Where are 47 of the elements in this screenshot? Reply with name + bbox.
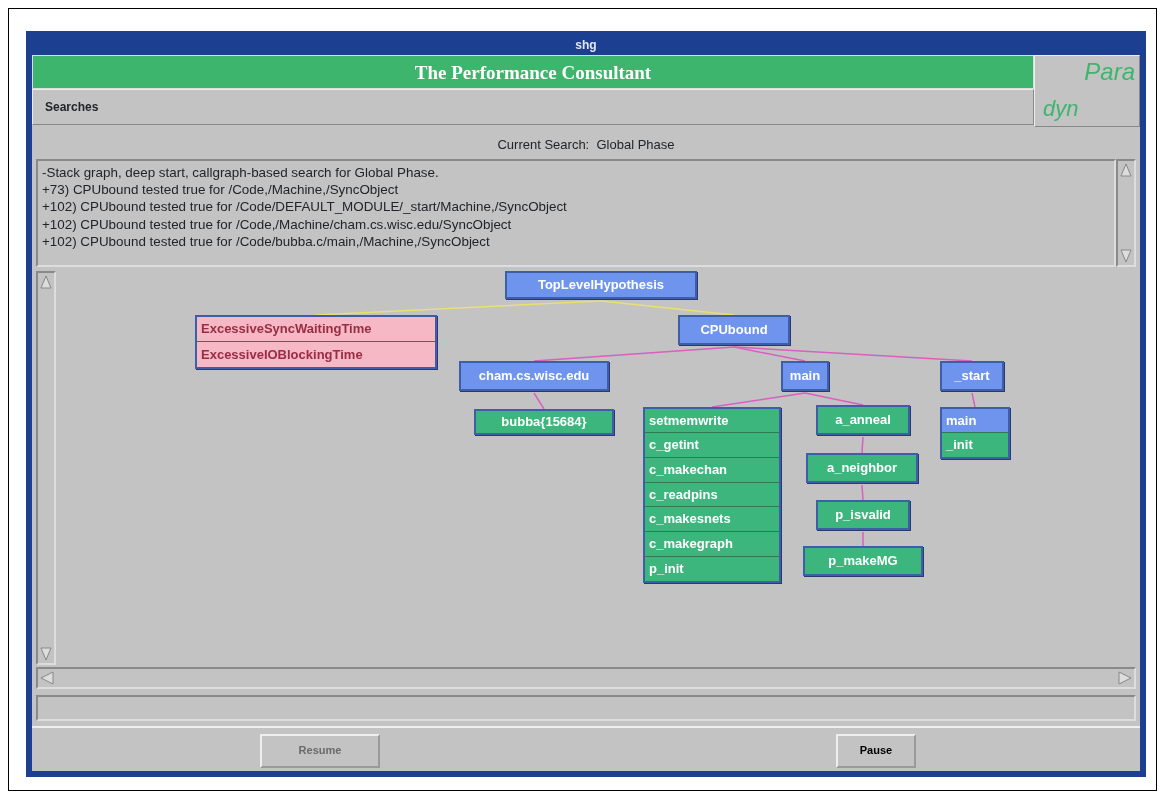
graph-node[interactable]: c_getint — [645, 433, 779, 458]
graph-node[interactable]: main — [942, 408, 1008, 433]
graph-node[interactable]: setmemwrite — [645, 408, 779, 434]
log-line: -Stack graph, deep start, callgraph-based search for Global Phase. — [42, 163, 440, 181]
graph-node[interactable]: c_makesnets — [645, 507, 779, 533]
scrollbar[interactable] — [36, 666, 1136, 689]
graph-node[interactable]: p_makeMG — [805, 547, 921, 574]
logo-text: Para — [1084, 60, 1135, 84]
graph-node[interactable]: c_readpins — [645, 482, 779, 508]
log-line: +102) CPUbound tested true for /Code/bubba.c/main,/Machine,/SyncObject — [42, 233, 491, 251]
scroll-up-icon[interactable] — [40, 274, 52, 289]
logo-text: dyn — [1043, 98, 1079, 120]
log-line: +102) CPUbound tested true for /Code,/Machine/cham.cs.wisc.edu/SyncObject — [42, 215, 513, 234]
scroll-down-icon[interactable] — [40, 646, 52, 661]
graph-node[interactable]: main — [783, 362, 827, 389]
scroll-right-icon[interactable] — [1118, 670, 1132, 685]
graph-node[interactable]: p_init — [645, 556, 779, 581]
connector-line — [971, 391, 976, 408]
graph-node[interactable]: c_makegraph — [645, 532, 779, 557]
graph-node[interactable]: ExcessiveIOBlockingTime — [197, 342, 435, 367]
connector-line — [861, 435, 864, 454]
connector-line — [862, 530, 864, 547]
scroll-left-icon[interactable] — [40, 670, 54, 685]
header-title: The Performance Consultant — [32, 55, 1034, 89]
graph-node[interactable]: c_makechan — [645, 457, 779, 483]
connector-line — [861, 483, 864, 501]
scroll-up-icon[interactable] — [1120, 162, 1132, 177]
log-line: +102) CPUbound tested true for /Code/DEFAULT_MODULE/_start/Machine,/SyncObject — [42, 198, 568, 216]
graph-node[interactable]: _start — [942, 362, 1002, 389]
graph-node[interactable]: _init — [942, 433, 1008, 457]
graph-node[interactable]: a_anneal — [818, 406, 908, 433]
menu-item[interactable]: Searches — [45, 98, 99, 116]
graph-node[interactable]: p_isvalid — [818, 501, 908, 528]
scrollbar[interactable] — [36, 270, 56, 665]
scrollbar[interactable] — [1116, 158, 1136, 267]
graph-node[interactable]: TopLevelHypothesis — [507, 272, 695, 297]
connector-line — [533, 391, 545, 410]
graph-node[interactable]: bubba{15684} — [476, 410, 612, 433]
window-title: shg — [574, 37, 598, 54]
log-line: +73) CPUbound tested true for /Code,/Machine,/SyncObject — [42, 180, 400, 199]
graph-node[interactable]: cham.cs.wisc.edu — [461, 362, 607, 389]
action-button[interactable]: Pause — [836, 733, 916, 768]
graph-node[interactable]: CPUbound — [680, 316, 788, 343]
current-search-label: Current Search: Global Phase — [497, 137, 675, 152]
scroll-down-icon[interactable] — [1120, 248, 1132, 263]
graph-node[interactable]: a_neighbor — [808, 454, 916, 481]
graph-node[interactable]: ExcessiveSyncWaitingTime — [197, 316, 435, 342]
